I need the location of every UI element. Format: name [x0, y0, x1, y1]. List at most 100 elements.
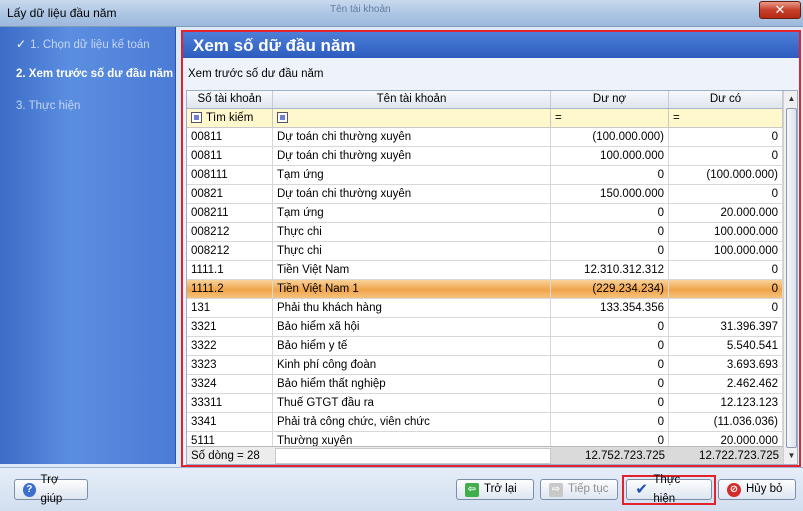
row-count: Số dòng = 28	[191, 450, 260, 462]
cell-debit: 0	[551, 337, 669, 355]
footer-blank	[275, 448, 551, 464]
cell-account-name: Tiền Việt Nam	[273, 261, 551, 279]
arrow-right-icon: ⇨	[549, 482, 563, 497]
table-row[interactable]: 008212 Thực chi 0 100.000.000	[187, 242, 783, 261]
cell-credit: (100.000.000)	[669, 166, 783, 184]
back-label: Trở lại	[484, 483, 517, 495]
cell-account-name: Bảo hiểm thất nghiệp	[273, 375, 551, 393]
total-debit: 12.752.723.725	[551, 447, 669, 464]
panel-subtitle: Xem trước số dư đầu năm	[188, 68, 324, 80]
next-button[interactable]: ⇨ Tiếp tục	[540, 479, 618, 500]
balance-grid[interactable]: Số tài khoản Tên tài khoản Dư nợ Dư có T…	[186, 90, 798, 465]
cell-account-no: 3324	[187, 375, 273, 393]
cell-credit: 0	[669, 128, 783, 146]
column-header-account-name[interactable]: Tên tài khoản	[273, 91, 551, 108]
vertical-scrollbar[interactable]: ▲ ▼	[783, 91, 797, 464]
execute-label: Thực hiện	[653, 473, 681, 505]
cell-account-name: Bảo hiểm y tế	[273, 337, 551, 355]
cell-account-name: Dự toán chi thường xuyên	[273, 128, 551, 146]
arrow-left-icon: ⇦	[465, 482, 479, 497]
step-1: ✓ 1. Chọn dữ liệu kế toán	[16, 37, 150, 51]
step-1-label: 1. Chọn dữ liệu kế toán	[30, 39, 150, 51]
cancel-button[interactable]: ⊘ Hủy bỏ	[718, 479, 796, 500]
cell-account-no: 3322	[187, 337, 273, 355]
cell-debit: 0	[551, 318, 669, 336]
bottom-toolbar: ? Trợ giúp ⇦ Trở lại ⇨ Tiếp tục ✔ Thực hiện …	[0, 467, 803, 511]
cell-debit: 0	[551, 223, 669, 241]
column-header-credit[interactable]: Dư có	[669, 91, 783, 108]
table-row[interactable]: 00811 Dự toán chi thường xuyên (100.000.00…	[187, 128, 783, 147]
cell-account-no: 131	[187, 299, 273, 317]
cell-account-name: Kinh phí công đoàn	[273, 356, 551, 374]
total-credit: 12.722.723.725	[669, 447, 783, 464]
cell-account-name: Dự toán chi thường xuyên	[273, 147, 551, 165]
filter-icon	[277, 112, 288, 124]
equals-operator: =	[673, 112, 680, 124]
table-row[interactable]: 008212 Thực chi 0 100.000.000	[187, 223, 783, 242]
column-header-account-no[interactable]: Số tài khoản	[187, 91, 273, 108]
table-row[interactable]: 33311 Thuế GTGT đầu ra 0 12.123.123	[187, 394, 783, 413]
window-close-button[interactable]: ✕	[759, 1, 801, 19]
step-2: 2. Xem trước số dư đầu năm	[16, 68, 173, 80]
cell-debit: 12.310.312.312	[551, 261, 669, 279]
checkmark-icon: ✔	[635, 480, 648, 498]
table-row[interactable]: 00821 Dự toán chi thường xuyên 150.000.000…	[187, 185, 783, 204]
checkmark-icon: ✓	[16, 37, 27, 51]
cell-account-no: 008212	[187, 223, 273, 241]
cell-account-name: Phải trả công chức, viên chức	[273, 413, 551, 431]
table-row[interactable]: 3324 Bảo hiểm thất nghiệp 0 2.462.462	[187, 375, 783, 394]
cell-credit: 0	[669, 185, 783, 203]
table-row[interactable]: 3323 Kinh phí công đoàn 0 3.693.693	[187, 356, 783, 375]
cell-credit: 0	[669, 261, 783, 279]
table-row[interactable]: 00811 Dự toán chi thường xuyên 100.000.000…	[187, 147, 783, 166]
cell-account-name: Dự toán chi thường xuyên	[273, 185, 551, 203]
table-row[interactable]: 1111.1 Tiền Việt Nam 12.310.312.312 0	[187, 261, 783, 280]
cell-debit: 0	[551, 413, 669, 431]
cell-debit: (100.000.000)	[551, 128, 669, 146]
scroll-thumb[interactable]	[786, 108, 797, 448]
background-window-title: Tên tài khoản	[330, 4, 391, 15]
execute-button[interactable]: ✔ Thực hiện	[626, 474, 712, 505]
table-row[interactable]: 008211 Tạm ứng 0 20.000.000	[187, 204, 783, 223]
table-row[interactable]: 008111 Tạm ứng 0 (100.000.000)	[187, 166, 783, 185]
cell-debit: 133.354.356	[551, 299, 669, 317]
table-row[interactable]: 1111.2 Tiền Việt Nam 1 (229.234.234) 0	[187, 280, 783, 299]
cell-account-no: 00811	[187, 147, 273, 165]
cancel-label: Hủy bỏ	[746, 483, 783, 495]
cancel-icon: ⊘	[727, 482, 741, 497]
cell-credit: 5.540.541	[669, 337, 783, 355]
cell-account-name: Thuế GTGT đầu ra	[273, 394, 551, 412]
filter-debit[interactable]: =	[551, 109, 669, 127]
cell-debit: 0	[551, 356, 669, 374]
cell-debit: 0	[551, 375, 669, 393]
wizard-steps-sidebar: ✓ 1. Chọn dữ liệu kế toán 2. Xem trước số…	[0, 27, 176, 464]
table-row[interactable]: 3322 Bảo hiểm y tế 0 5.540.541	[187, 337, 783, 356]
help-label: Trợ giúp	[40, 473, 63, 505]
cell-debit: 100.000.000	[551, 147, 669, 165]
column-header-debit[interactable]: Dư nợ	[551, 91, 669, 108]
scroll-up-icon[interactable]: ▲	[784, 91, 797, 106]
filter-account-no[interactable]: Tìm kiếm	[187, 109, 273, 127]
cell-debit: 0	[551, 204, 669, 222]
filter-credit[interactable]: =	[669, 109, 783, 127]
filter-account-name[interactable]	[273, 109, 551, 127]
cell-account-no: 33311	[187, 394, 273, 412]
cell-account-no: 008111	[187, 166, 273, 184]
cell-account-no: 3341	[187, 413, 273, 431]
table-row[interactable]: 3321 Bảo hiểm xã hội 0 31.396.397	[187, 318, 783, 337]
cell-account-name: Thực chi	[273, 242, 551, 260]
grid-footer: Số dòng = 28 12.752.723.725 12.722.723.7…	[187, 446, 783, 464]
table-row[interactable]: 131 Phải thu khách hàng 133.354.356 0	[187, 299, 783, 318]
back-button[interactable]: ⇦ Trở lại	[456, 479, 534, 500]
table-row[interactable]: 3341 Phải trả công chức, viên chức 0 (11.03…	[187, 413, 783, 432]
help-button[interactable]: ? Trợ giúp	[14, 474, 88, 505]
step-2-label: 2. Xem trước số dư đầu năm	[16, 68, 174, 80]
cell-account-no: 008212	[187, 242, 273, 260]
equals-operator: =	[555, 112, 562, 124]
panel-title: Xem số dữ đầu năm	[193, 36, 356, 55]
search-label: Tìm kiếm	[206, 112, 254, 124]
cell-account-name: Tạm ứng	[273, 166, 551, 184]
cell-credit: 12.123.123	[669, 394, 783, 412]
next-label: Tiếp tục	[568, 483, 609, 495]
scroll-down-icon[interactable]: ▼	[784, 448, 797, 463]
